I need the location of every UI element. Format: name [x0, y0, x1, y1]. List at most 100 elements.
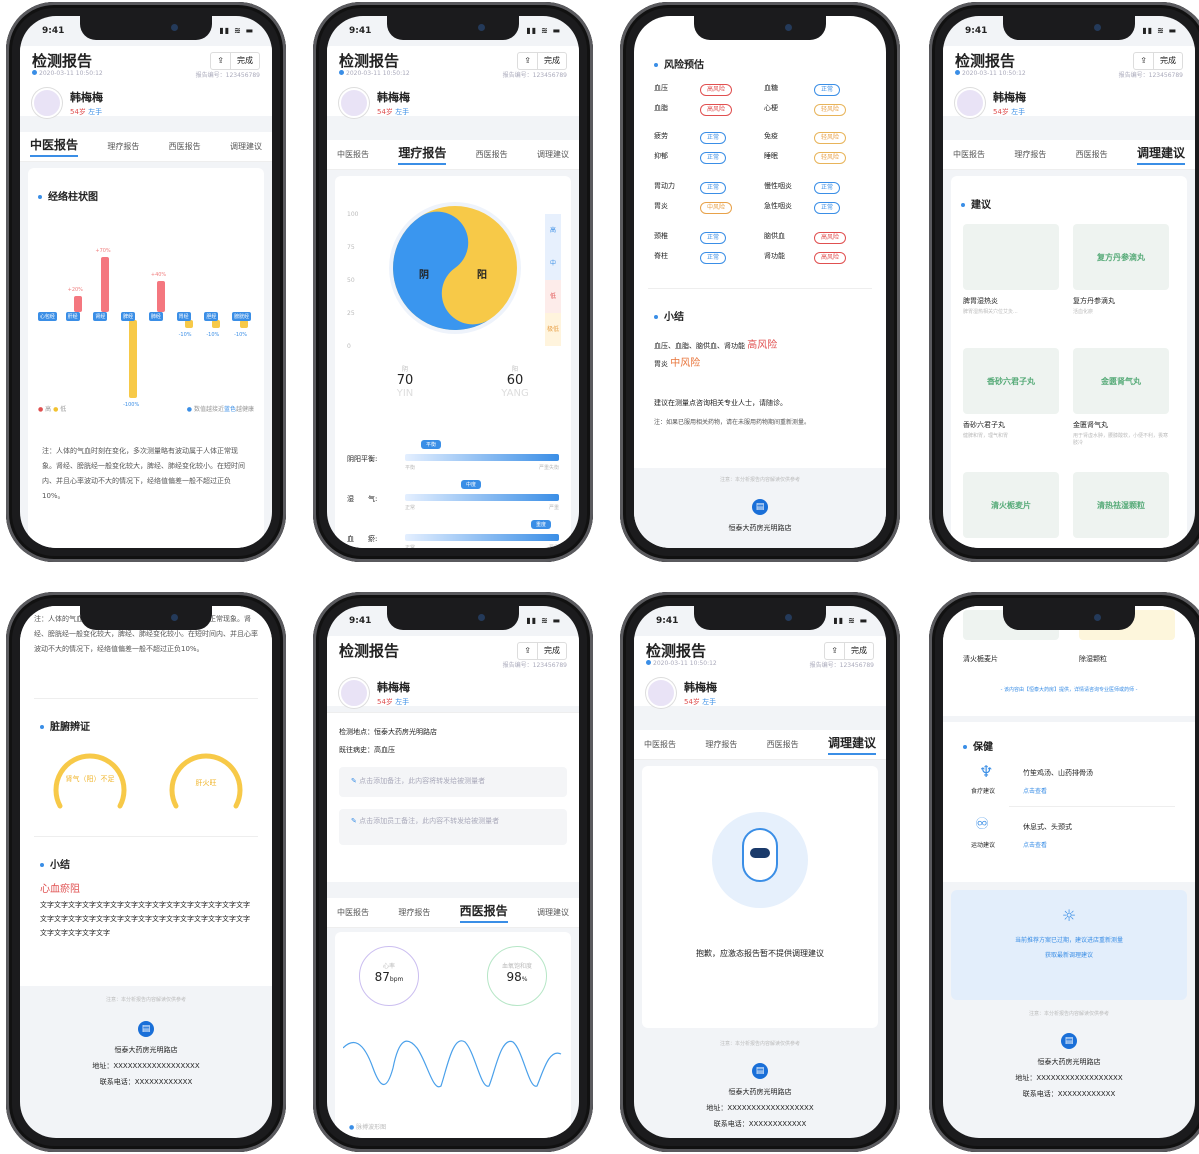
product-card[interactable]: 脾胃湿热炎 脾胃湿热相关穴位艾灸... [963, 224, 1059, 315]
product-card[interactable]: 清热祛湿颗粒 [1073, 472, 1169, 544]
risk-badge: 轻风险 [814, 104, 847, 116]
yinyang-circle [389, 202, 521, 334]
status-time: 9:41 [349, 616, 372, 626]
avatar [339, 88, 369, 118]
y-tick: 75 [347, 244, 355, 251]
heart-rate-label: 心率 [382, 963, 395, 970]
balance-gradient-bar [405, 454, 559, 461]
spo2-value: 98 [506, 970, 522, 984]
tab-western[interactable]: 西医报告 [1076, 149, 1108, 160]
report-datetime: 2020-03-11 10:50:12 [32, 70, 103, 79]
advice-card: 建议 脾胃湿热炎 脾胃湿热相关穴位艾灸... 复方丹参滴丸 复方丹参滴丸 活血化瘀 香砂六… [951, 176, 1187, 548]
note-input[interactable]: ✎ 点击添加备注，此内容将转发给被测量者 [339, 767, 567, 797]
y-tick: 100 [347, 211, 359, 218]
risk-badge: 高风险 [700, 104, 733, 116]
done-button[interactable]: 完成 [1154, 53, 1182, 69]
product-description: 脾胃湿热相关穴位艾灸... [963, 309, 1018, 315]
share-icon[interactable]: ⇪ [518, 643, 538, 659]
share-icon[interactable]: ⇪ [1134, 53, 1154, 69]
product-card[interactable]: 复方丹参滴丸 复方丹参滴丸 活血化瘀 [1073, 224, 1169, 315]
staff-note-input[interactable]: ✎ 点击添加员工备注，此内容不转发给被测量者 [339, 809, 567, 845]
done-button[interactable]: 完成 [538, 643, 566, 659]
meridian-percent: -10% [206, 331, 220, 338]
product-name[interactable]: 清火栀麦片 [963, 654, 998, 664]
legend-mid: 中 [545, 247, 561, 280]
tab-therapy[interactable]: 理疗报告 [107, 141, 139, 152]
store-phone: 联系电话：XXXXXXXXXXXX [1022, 1090, 1116, 1098]
product-image: 香砂六君子丸 [963, 348, 1059, 414]
tab-therapy[interactable]: 理疗报告 [1014, 149, 1046, 160]
gauge-liver-label: 肝火旺 [195, 779, 217, 787]
tab-western[interactable]: 西医报告 [767, 739, 799, 750]
diet-link[interactable]: 点击查看 [1023, 786, 1047, 795]
risk-row: 颈椎 正常 脑供血 高风险 [654, 230, 864, 244]
tab-therapy[interactable]: 理疗报告 [705, 739, 737, 750]
yin-en: YIN [396, 388, 414, 399]
balance-row: 湿 气: 中度 正常 严重 [335, 480, 571, 520]
user-info: 韩梅梅 54岁 左手 [32, 88, 103, 118]
meridian-percent: +40% [150, 271, 167, 278]
product-name[interactable]: 除湿颗粒 [1079, 654, 1107, 664]
medical-history: 既往病史：高血压 [339, 746, 395, 754]
avatar [339, 678, 369, 708]
notch [1003, 606, 1135, 630]
report-header: 检测报告 ⇪ 完成 报告编号：123456789 韩梅梅 54岁 左手 [327, 636, 579, 708]
store-name: 恒泰大药房光明路店 [728, 1088, 792, 1096]
meridian-bar [156, 280, 165, 312]
tab-western[interactable]: 西医报告 [169, 141, 201, 152]
tab-advice[interactable]: 调理建议 [537, 907, 569, 918]
doctor-mascot-illustration [712, 812, 808, 908]
risk-badge: 正常 [814, 182, 841, 194]
diagnosis: 心血瘀阻 [40, 884, 80, 895]
screen: 注：人体的气血时刻在变化，多次测量略有波动属于人体正常现象。肾经、膀胱经一般变化… [20, 606, 272, 1138]
meridian-bar [129, 320, 138, 398]
disclaimer: 注意：本分析报告内容解读仅供参考 [1028, 1011, 1109, 1017]
tab-therapy[interactable]: 理疗报告 [398, 144, 447, 165]
chart-note: 注：人体的气血时刻在变化，多次测量略有波动属于人体正常现象。肾经、膀胱经一般变化… [42, 447, 245, 500]
tab-western[interactable]: 西医报告 [476, 149, 508, 160]
tab-therapy[interactable]: 理疗报告 [398, 907, 430, 918]
report-tabs: 中医报告 理疗报告 西医报告 调理建议 [327, 898, 579, 928]
user-age: 54岁 [70, 108, 86, 116]
risk-badge: 轻风险 [814, 132, 847, 144]
tab-advice[interactable]: 调理建议 [827, 734, 876, 755]
user-hand: 左手 [702, 698, 717, 706]
product-card[interactable]: 香砂六君子丸 香砂六君子丸 健脾和胃，理气和胃 [963, 348, 1059, 439]
product-card[interactable]: 清火栀麦片 [963, 472, 1059, 544]
spo2-label: 血氧饱和度 [501, 963, 532, 970]
report-number: 报告编号：123456789 [809, 662, 874, 669]
expired-message: 当前推荐方案已过期，建议进店重新测量 [1014, 937, 1123, 944]
tab-advice[interactable]: 调理建议 [1136, 144, 1185, 165]
divider [648, 288, 872, 289]
tab-advice[interactable]: 调理建议 [537, 149, 569, 160]
tab-advice[interactable]: 调理建议 [230, 141, 262, 152]
share-icon[interactable]: ⇪ [211, 53, 231, 69]
tab-tcm[interactable]: 中医报告 [30, 136, 79, 157]
share-icon[interactable]: ⇪ [825, 643, 845, 659]
refresh-link[interactable]: 获取最新调理建议 [951, 950, 1187, 959]
y-tick: 25 [347, 310, 355, 317]
yang-label: 阳 [477, 270, 487, 281]
report-tabs: 中医报告 理疗报告 西医报告 调理建议 [20, 132, 272, 162]
done-button[interactable]: 完成 [845, 643, 873, 659]
tab-tcm[interactable]: 中医报告 [953, 149, 985, 160]
done-button[interactable]: 完成 [231, 53, 259, 69]
balance-min-label: 平衡 [405, 465, 416, 471]
yang-value-box: 阳 60 YANG [485, 364, 545, 399]
spo2-unit: % [521, 976, 528, 983]
product-card[interactable]: 金匮肾气丸 金匮肾气丸 用于肾虚水肿，腰膝酸软，小便不利，畏寒肢冷 [1073, 348, 1169, 446]
share-icon[interactable]: ⇪ [518, 53, 538, 69]
tab-tcm[interactable]: 中医报告 [644, 739, 676, 750]
tab-tcm[interactable]: 中医报告 [337, 907, 369, 918]
signal-wifi-battery-icon: ▮▮ ≋ ▬ [833, 616, 868, 625]
done-button[interactable]: 完成 [538, 53, 566, 69]
sport-link[interactable]: 点击查看 [1023, 840, 1047, 849]
tab-western[interactable]: 西医报告 [459, 902, 508, 923]
tab-tcm[interactable]: 中医报告 [337, 149, 369, 160]
report-number: 报告编号：123456789 [502, 72, 567, 79]
store-icon: ▤ [752, 499, 768, 515]
store-name: 恒泰大药房光明路店 [728, 524, 792, 532]
edit-icon: ✎ [351, 817, 357, 825]
user-info: 韩梅梅 54岁 左手 [339, 88, 410, 118]
page-title: 检测报告 [339, 642, 400, 660]
